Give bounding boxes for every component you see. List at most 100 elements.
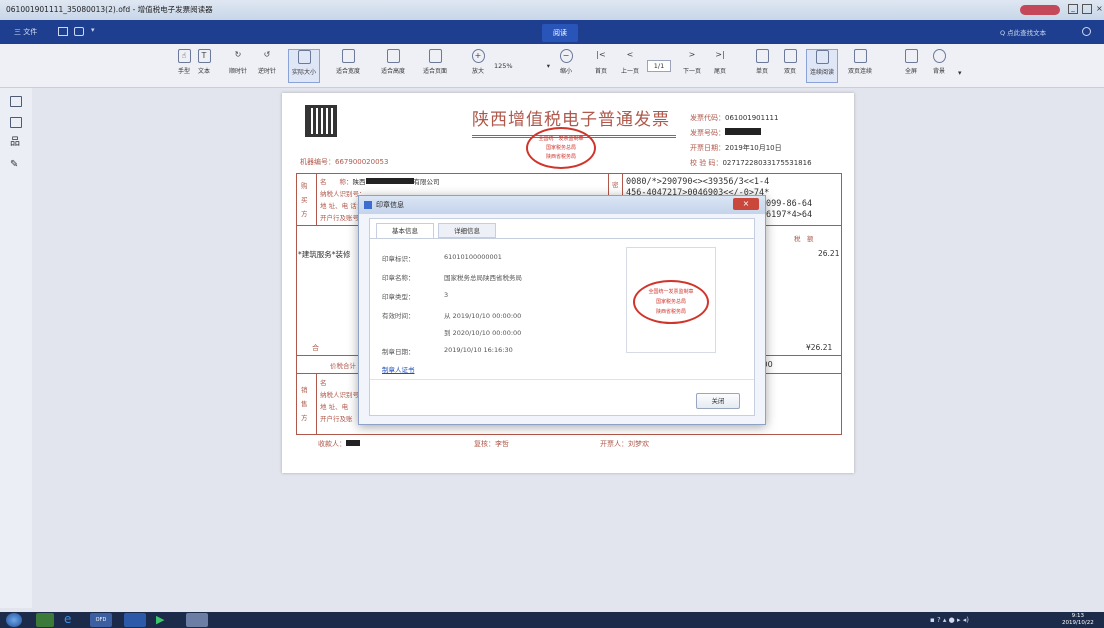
- fit-page-button[interactable]: 适合页面: [420, 49, 450, 83]
- buyer-name-prefix: 陕西: [352, 178, 366, 186]
- code-label: 发票代码：: [690, 114, 725, 122]
- total-label: 合: [312, 344, 319, 352]
- seal-mid-text: 国家税务总局: [545, 145, 576, 151]
- first-page-button[interactable]: |< 首页: [589, 49, 613, 83]
- next-page-icon: >: [688, 50, 696, 59]
- left-sidebar: 品 ✎: [0, 88, 32, 608]
- background-button[interactable]: 背景: [927, 49, 951, 83]
- thumbnail-icon[interactable]: [10, 117, 22, 128]
- search-text-field[interactable]: Q 点此查找文本: [1000, 27, 1046, 37]
- tab-read[interactable]: 阅读: [542, 24, 578, 42]
- settings-gear-icon[interactable]: [1082, 27, 1091, 36]
- seller-side-divider: [316, 373, 317, 435]
- rotate-cw-icon: ↻: [234, 50, 242, 59]
- rotate-ccw-button[interactable]: ↺ 逆时针: [255, 49, 279, 83]
- seal-bottom-text: 陕西省税务局: [545, 154, 576, 160]
- double-continuous-label: 双页连续: [847, 68, 872, 75]
- zoom-in-icon: +: [471, 49, 485, 63]
- paint-icon[interactable]: [186, 613, 208, 627]
- cipher-line-1: 0080/*>290790<><39356/3<<1-4: [626, 177, 770, 187]
- rotate-cw-button[interactable]: ↻ 顺时针: [226, 49, 250, 83]
- save-icon[interactable]: [58, 27, 68, 36]
- dialog-close-x-button[interactable]: ×: [733, 198, 759, 210]
- print-icon[interactable]: [74, 27, 84, 36]
- preview-seal-bottom-text: 陕西省税务局: [655, 309, 686, 315]
- seal-preview: 全国统一发票监制章 国家税务总局 陕西省税务局: [633, 280, 709, 324]
- prev-page-icon: <: [626, 50, 634, 59]
- valid-to-value: 到 2020/10/10 00:00:00: [444, 329, 522, 337]
- file-menu[interactable]: 三 文件: [14, 27, 37, 37]
- redacted-buyer-name: [365, 178, 414, 184]
- fit-width-button[interactable]: 适合宽度: [333, 49, 363, 83]
- signatures: 收款人： 复核：李哲 开票人：刘梦欢: [318, 439, 838, 449]
- tab-basic-info[interactable]: 基本信息: [376, 223, 434, 239]
- prev-page-button[interactable]: < 上一页: [618, 49, 642, 83]
- maximize-button[interactable]: [1082, 4, 1092, 14]
- seller-taxid-label: 纳税人识别号: [320, 391, 359, 399]
- reviewer: 复核：李哲: [474, 440, 509, 448]
- tab-detail-info[interactable]: 详细信息: [438, 223, 496, 238]
- double-continuous-button[interactable]: 双页连续: [845, 49, 875, 83]
- invoice-code: 061001901111: [725, 114, 779, 122]
- fit-width-icon: [341, 49, 355, 63]
- tray-icons[interactable]: ▪ ? ▴ ● ▸ ◂): [930, 613, 1030, 627]
- background-dropdown-icon[interactable]: ▾: [958, 69, 962, 77]
- toolbar: ☝ 手型 T 文本 ↻ 顺时针 ↺ 逆时针 实际大小 适合宽度 适合高度 适合页面 + 放…: [0, 44, 1104, 88]
- fit-height-button[interactable]: 适合高度: [378, 49, 408, 83]
- valid-from-value: 从 2019/10/10 00:00:00: [444, 312, 522, 320]
- quick-access-dropdown-icon[interactable]: ▾: [91, 26, 95, 34]
- fit-page-label: 适合页面: [422, 68, 447, 75]
- qr-code: [305, 105, 337, 137]
- ofd-reader-taskbar-button[interactable]: OFD: [90, 613, 112, 627]
- double-page-icon: [783, 49, 797, 63]
- single-page-button[interactable]: 单页: [750, 49, 774, 83]
- last-page-button[interactable]: >| 尾页: [708, 49, 732, 83]
- maker-certificate-link[interactable]: 制章人证书: [382, 364, 415, 374]
- eye-icon: [932, 49, 946, 63]
- zoom-level-select[interactable]: 125% ▾: [494, 62, 552, 74]
- taskbar-app-icon[interactable]: [36, 613, 54, 627]
- valid-time-label: 有效时间：: [382, 312, 415, 320]
- hand-icon: ☝: [177, 49, 191, 63]
- outline-icon[interactable]: [10, 96, 22, 107]
- clock-date: 2019/10/22: [1062, 620, 1094, 626]
- close-window-button[interactable]: ×: [1096, 4, 1104, 14]
- drawer: 开票人：刘梦欢: [600, 440, 649, 448]
- browser-icon[interactable]: e: [64, 613, 82, 627]
- dialog-close-button[interactable]: 关闭: [696, 393, 740, 409]
- zoom-out-icon: −: [559, 49, 573, 63]
- fullscreen-button[interactable]: 全屏: [899, 49, 923, 83]
- zoom-out-button[interactable]: − 缩小: [554, 49, 578, 83]
- window-title: 061001901111_35080013(2).ofd - 增值税电子发票阅读…: [6, 5, 213, 14]
- next-page-button[interactable]: > 下一页: [680, 49, 704, 83]
- check-label: 校 验 码：: [690, 159, 723, 167]
- actual-size-button[interactable]: 实际大小: [288, 49, 320, 83]
- single-page-label: 单页: [755, 68, 768, 75]
- user-pill[interactable]: [1020, 5, 1060, 15]
- start-button-icon[interactable]: [6, 613, 22, 627]
- tab-underline: [370, 238, 754, 239]
- media-player-icon[interactable]: ▶: [156, 613, 174, 627]
- page-number-input[interactable]: 1/1: [647, 60, 671, 72]
- continuous-read-button[interactable]: 连续阅读: [806, 49, 838, 83]
- zoom-in-button[interactable]: + 放大: [466, 49, 490, 83]
- double-page-button[interactable]: 双页: [778, 49, 802, 83]
- redacted-number: [725, 128, 761, 135]
- annotation-icon[interactable]: ✎: [10, 160, 22, 171]
- seal-top-text: 全国统一发票监制章: [538, 136, 584, 142]
- structure-icon[interactable]: 品: [10, 138, 22, 149]
- word-icon[interactable]: [124, 613, 146, 627]
- preview-seal-top-text: 全国统一发票监制章: [648, 289, 694, 295]
- fit-page-icon: [428, 49, 442, 63]
- clock-time: 9:13: [1071, 613, 1085, 619]
- invoice-title: 陕西增值税电子普通发票: [472, 110, 670, 130]
- taskbar: e OFD ▶ ▪ ? ▴ ● ▸ ◂) 9:13 2019/10/22: [0, 612, 1104, 628]
- machine-number: 机器编号：667900020053: [300, 158, 389, 166]
- rotate-ccw-label: 逆时针: [257, 68, 276, 75]
- minimize-button[interactable]: _: [1068, 4, 1078, 14]
- check-code: 02717228033175531816: [722, 159, 812, 167]
- bottom-divider: [370, 379, 754, 380]
- text-tool-button[interactable]: T 文本: [192, 49, 216, 83]
- fullscreen-icon: [904, 49, 918, 63]
- clock[interactable]: 9:13 2019/10/22: [1062, 613, 1094, 627]
